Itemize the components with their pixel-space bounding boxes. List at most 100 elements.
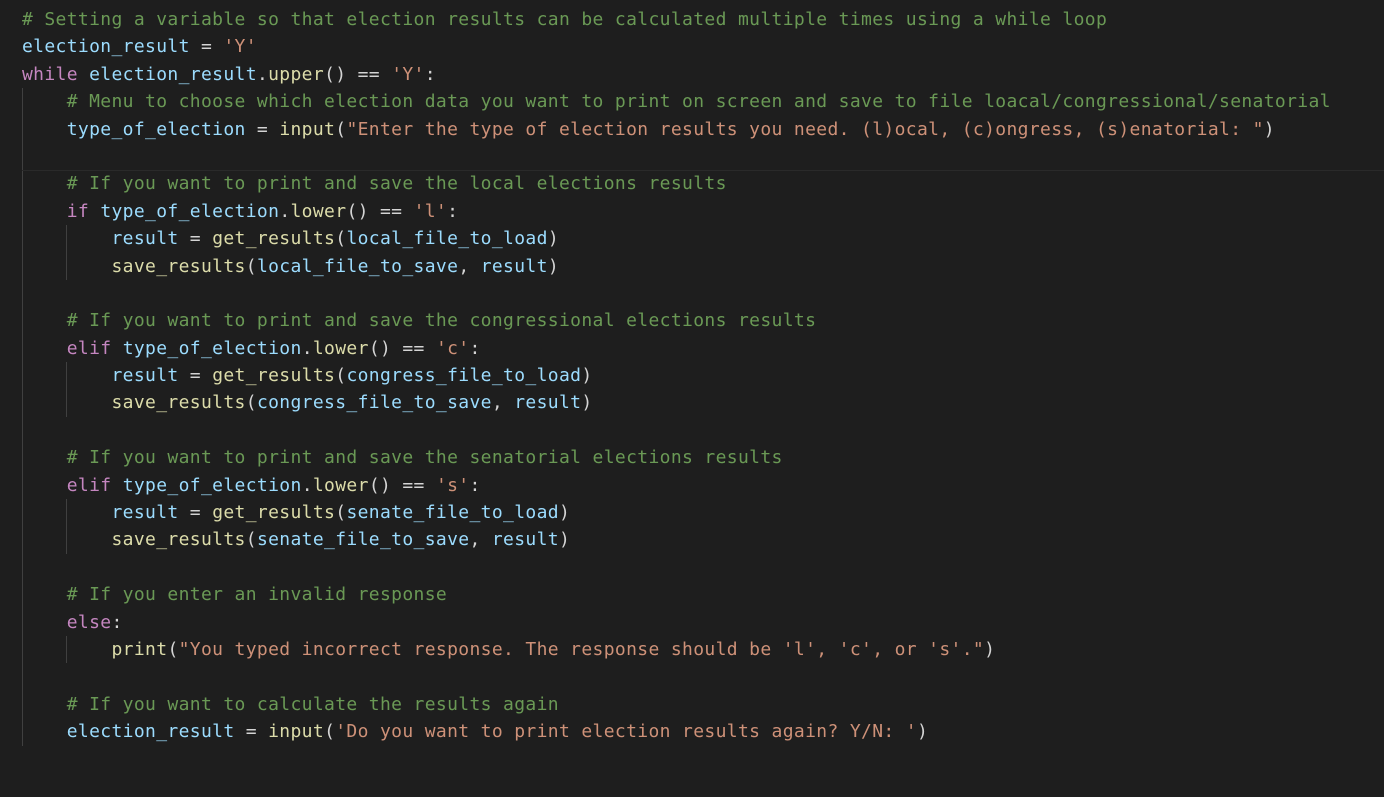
indent-guide xyxy=(22,553,23,582)
code-line[interactable] xyxy=(0,553,1384,582)
comment-token: # If you want to print and save the sena… xyxy=(66,447,783,469)
function-token: lower xyxy=(312,337,369,359)
indentation xyxy=(22,91,67,112)
code-line[interactable]: # Setting a variable so that election re… xyxy=(0,6,1384,33)
indentation xyxy=(22,694,67,715)
indent-guide xyxy=(22,88,23,116)
keyword-token: elif xyxy=(66,474,112,496)
indent-guide xyxy=(22,499,23,527)
variable-token: election_result xyxy=(22,36,190,58)
variable-token: result xyxy=(111,365,179,387)
string-token: "Enter the type of election results you … xyxy=(346,118,1264,140)
punctuation-token: ) xyxy=(547,255,559,277)
variable-token: result xyxy=(514,392,582,414)
code-line[interactable] xyxy=(0,142,1384,171)
indent-guide xyxy=(22,718,23,746)
indent-guide xyxy=(66,362,67,390)
operator-token xyxy=(89,201,100,222)
variable-token: senate_file_to_save xyxy=(256,529,470,551)
function-token: save_results xyxy=(111,529,246,551)
string-token: 'Y' xyxy=(223,36,257,58)
code-line[interactable]: result = get_results(local_file_to_load) xyxy=(0,225,1384,253)
punctuation-token: , xyxy=(469,529,492,551)
code-line[interactable]: # If you want to print and save the loca… xyxy=(0,170,1384,198)
code-line[interactable]: print("You typed incorrect response. The… xyxy=(0,635,1384,664)
string-token: 'Do you want to print election results a… xyxy=(335,721,917,743)
variable-token: local_file_to_load xyxy=(346,228,548,250)
indent-guide xyxy=(22,389,23,417)
code-line[interactable]: while election_result.upper() == 'Y': xyxy=(0,61,1384,88)
code-line[interactable]: election_result = 'Y' xyxy=(0,33,1384,60)
punctuation-token: () == xyxy=(346,200,414,222)
code-line[interactable] xyxy=(0,416,1384,445)
indent-guide xyxy=(22,581,23,609)
code-line[interactable]: election_result = input('Do you want to … xyxy=(0,718,1384,746)
indent-guide xyxy=(22,362,23,390)
code-line[interactable] xyxy=(0,663,1384,691)
punctuation-token: ( xyxy=(335,502,347,524)
function-token: get_results xyxy=(212,228,336,250)
punctuation-token: . xyxy=(256,63,269,85)
indent-guide xyxy=(66,389,67,417)
code-line[interactable]: # If you want to print and save the cong… xyxy=(0,307,1384,335)
function-token: upper xyxy=(268,63,325,85)
code-line[interactable]: # If you want to calculate the results a… xyxy=(0,690,1384,719)
string-token: 'c' xyxy=(435,337,470,359)
code-line[interactable]: save_results(congress_file_to_save, resu… xyxy=(0,389,1384,417)
code-line[interactable]: type_of_election = input("Enter the type… xyxy=(0,115,1384,143)
punctuation-token: ) xyxy=(547,228,559,250)
code-line[interactable]: elif type_of_election.lower() == 'c': xyxy=(0,334,1384,363)
indentation xyxy=(22,612,67,633)
variable-token: type_of_election xyxy=(66,118,246,140)
code-line[interactable]: # If you enter an invalid response xyxy=(0,581,1384,609)
indentation xyxy=(22,447,67,468)
punctuation-token: ( xyxy=(245,392,257,414)
code-line[interactable]: # Menu to choose which election data you… xyxy=(0,88,1384,116)
operator-token xyxy=(112,475,123,496)
punctuation-token: : xyxy=(469,474,481,496)
function-token: lower xyxy=(290,200,347,222)
punctuation-token: ( xyxy=(167,638,179,660)
indent-guide xyxy=(22,307,23,335)
punctuation-token: ( xyxy=(335,228,347,250)
string-token: "You typed incorrect response. The respo… xyxy=(178,638,985,660)
variable-token: type_of_election xyxy=(122,337,302,359)
punctuation-token: ) xyxy=(559,502,571,524)
indent-guide xyxy=(22,526,23,554)
punctuation-token: ) xyxy=(559,529,571,551)
indentation xyxy=(22,310,67,331)
function-token: lower xyxy=(312,474,369,496)
code-line[interactable]: # If you want to print and save the sena… xyxy=(0,444,1384,472)
punctuation-token: : xyxy=(111,611,123,633)
operator-token xyxy=(78,64,89,85)
code-line[interactable]: elif type_of_election.lower() == 's': xyxy=(0,471,1384,500)
comment-token: # If you want to calculate the results a… xyxy=(66,693,559,715)
punctuation-token: , xyxy=(458,255,481,277)
code-line[interactable] xyxy=(0,279,1384,308)
indent-guide xyxy=(22,444,23,472)
variable-token: congress_file_to_load xyxy=(346,365,582,387)
indent-guide xyxy=(22,416,23,445)
operator-token: = xyxy=(178,365,213,387)
punctuation-token: ( xyxy=(245,529,257,551)
punctuation-token: ) xyxy=(581,392,593,414)
operator-token: = xyxy=(234,721,269,743)
punctuation-token: ) xyxy=(916,721,929,743)
code-line[interactable]: else: xyxy=(0,608,1384,636)
punctuation-token: . xyxy=(301,474,313,496)
string-token: 'Y' xyxy=(391,63,425,85)
code-line[interactable]: save_results(senate_file_to_save, result… xyxy=(0,526,1384,554)
code-line[interactable]: result = get_results(senate_file_to_load… xyxy=(0,499,1384,527)
code-line[interactable]: save_results(local_file_to_save, result) xyxy=(0,252,1384,280)
function-token: get_results xyxy=(212,365,336,387)
code-line[interactable]: if type_of_election.lower() == 'l': xyxy=(0,197,1384,226)
variable-token: type_of_election xyxy=(100,200,280,222)
function-token: get_results xyxy=(212,502,336,524)
indentation xyxy=(22,201,67,222)
punctuation-token: ( xyxy=(335,365,347,387)
line-separator xyxy=(22,170,1384,172)
operator-token: = xyxy=(178,502,213,524)
code-line[interactable]: result = get_results(congress_file_to_lo… xyxy=(0,362,1384,390)
variable-token: congress_file_to_save xyxy=(256,392,492,414)
code-editor[interactable]: # Setting a variable so that election re… xyxy=(0,0,1384,797)
